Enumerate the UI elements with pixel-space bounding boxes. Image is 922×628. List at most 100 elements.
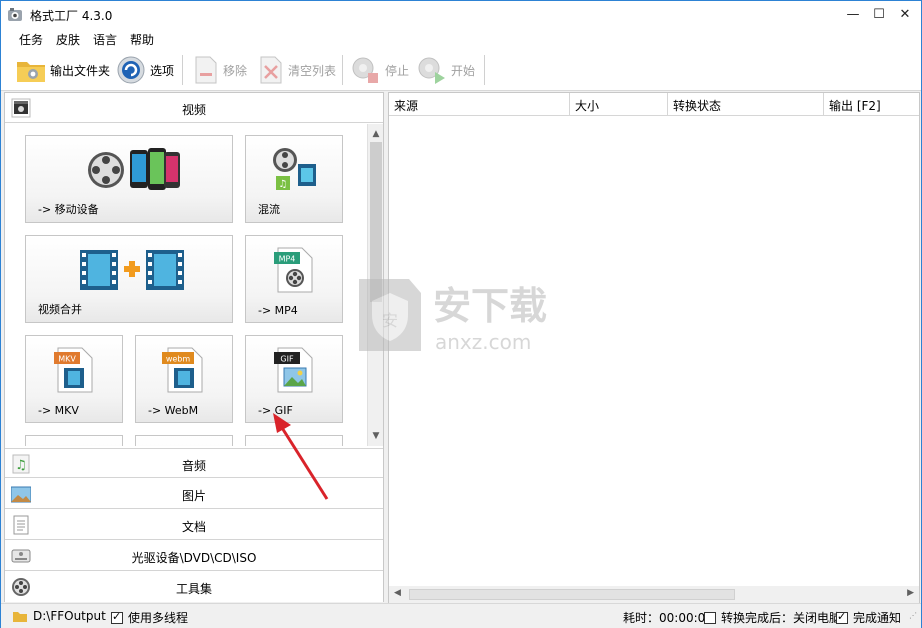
scroll-up-icon[interactable]: ▲ <box>368 126 384 142</box>
tile-join-label: 视频合并 <box>38 303 82 316</box>
mp4-file-icon: MP4 <box>274 247 313 293</box>
mkv-badge: MKV <box>58 355 76 364</box>
toolbar-divider <box>182 55 183 85</box>
category-panel: 视频 -> 移动设备 ♫ 混流 视频合并 MP4 -> MP4 MKV -> M… <box>4 92 384 602</box>
title-bar: 格式工厂 4.3.0 — ☐ ✕ <box>1 1 921 29</box>
gif-badge: GIF <box>280 355 294 364</box>
window-title: 格式工厂 4.3.0 <box>30 9 113 23</box>
start-icon <box>418 57 445 84</box>
mix-icon: ♫ <box>273 148 316 190</box>
scroll-right-icon[interactable]: ▶ <box>907 588 914 598</box>
clear-list-icon <box>260 56 282 84</box>
annotation-arrow <box>273 413 329 500</box>
menu-help[interactable]: 帮助 <box>130 31 154 48</box>
category-tools[interactable]: 工具集 <box>5 572 383 602</box>
tile-webm[interactable]: webm -> WebM <box>135 335 233 423</box>
options-label: 选项 <box>150 63 175 78</box>
watermark-logo: 安 安下载 anxz.com <box>359 279 547 354</box>
stop-label: 停止 <box>385 63 410 78</box>
after-convert-label: 转换完成后：关闭电脑 <box>721 611 842 625</box>
menu-bar: 任务 皮肤 语言 帮助 <box>1 29 921 49</box>
minimize-icon[interactable]: — <box>839 1 867 29</box>
mobile-device-icon <box>88 148 180 190</box>
toolbar-divider <box>484 55 485 85</box>
category-rom-device[interactable]: 光驱设备\DVD\CD\ISO <box>5 541 383 571</box>
after-convert-option[interactable]: 转换完成后：关闭电脑 <box>704 609 841 626</box>
task-list-hscrollbar[interactable]: ◀ ▶ <box>389 586 919 603</box>
webm-badge: webm <box>166 355 191 364</box>
after-convert-checkbox[interactable] <box>704 611 716 624</box>
watermark-brand: 安下载 <box>433 284 547 328</box>
category-tools-label: 工具集 <box>175 582 212 596</box>
folder-icon <box>17 62 45 82</box>
mp4-badge: MP4 <box>279 255 296 264</box>
column-output[interactable]: 输出 [F2] <box>824 93 919 116</box>
options-gear-icon <box>117 56 145 84</box>
elapsed-time: 耗时：00:00:00 <box>623 609 713 626</box>
output-path-label: D:\FFOutput <box>33 609 106 623</box>
output-folder-button[interactable]: 输出文件夹 <box>15 55 110 85</box>
category-rom-label: 光驱设备\DVD\CD\ISO <box>131 551 257 565</box>
maximize-icon[interactable]: ☐ <box>865 1 893 29</box>
menu-language[interactable]: 语言 <box>93 31 117 48</box>
app-window: 格式工厂 4.3.0 — ☐ ✕ 任务 皮肤 语言 帮助 输出文件夹 选项 移除… <box>0 0 922 628</box>
menu-task[interactable]: 任务 <box>19 31 43 48</box>
tile-webm-label: -> WebM <box>148 404 199 417</box>
svg-text:安: 安 <box>382 311 398 330</box>
webm-file-icon: webm <box>162 347 203 393</box>
start-button[interactable]: 开始 <box>416 55 475 85</box>
resize-grip-icon[interactable]: ⋰ <box>909 611 917 620</box>
folder-icon <box>13 612 27 622</box>
tile-mp4[interactable]: MP4 -> MP4 <box>245 235 343 323</box>
multithread-label: 使用多线程 <box>128 611 189 625</box>
multithread-checkbox[interactable] <box>111 610 123 624</box>
watermark-domain: anxz.com <box>435 330 531 354</box>
remove-label: 移除 <box>223 63 248 78</box>
tile-mkv-label: -> MKV <box>38 404 79 417</box>
hscrollbar-thumb[interactable] <box>409 589 735 600</box>
app-logo-icon <box>8 8 22 21</box>
category-video-label: 视频 <box>181 103 206 117</box>
close-icon[interactable]: ✕ <box>891 1 919 29</box>
scroll-left-icon[interactable]: ◀ <box>394 588 401 598</box>
status-bar: D:\FFOutput 使用多线程 耗时：00:00:00 转换完成后：关闭电脑… <box>1 603 921 628</box>
output-path[interactable]: D:\FFOutput <box>13 609 106 623</box>
clear-list-label: 清空列表 <box>288 63 337 78</box>
remove-button[interactable]: 移除 <box>192 55 247 85</box>
gif-file-icon: GIF <box>274 347 313 393</box>
elapsed-time-label: 耗时：00:00:00 <box>623 611 713 625</box>
video-format-grid: -> 移动设备 ♫ 混流 视频合并 MP4 -> MP4 MKV -> MKV … <box>5 124 367 446</box>
tile-mix[interactable]: ♫ 混流 <box>245 135 343 223</box>
stop-button[interactable]: 停止 <box>350 55 409 85</box>
category-document[interactable]: 文档 <box>5 510 383 540</box>
tile-mix-label: 混流 <box>258 203 280 216</box>
column-status[interactable]: 转换状态 <box>668 93 824 116</box>
column-source[interactable]: 来源 <box>389 93 570 116</box>
notify-checkbox[interactable] <box>836 610 848 624</box>
multithread-option[interactable]: 使用多线程 <box>111 609 188 626</box>
output-folder-label: 输出文件夹 <box>50 63 111 78</box>
notify-option[interactable]: 完成通知 <box>836 609 901 626</box>
start-label: 开始 <box>451 63 476 78</box>
tile-mp4-label: -> MP4 <box>258 304 298 317</box>
notify-label: 完成通知 <box>853 611 902 625</box>
tile-mkv[interactable]: MKV -> MKV <box>25 335 123 423</box>
tile-mobile-device[interactable]: -> 移动设备 <box>25 135 233 223</box>
options-button[interactable]: 选项 <box>115 55 174 85</box>
mkv-file-icon: MKV <box>54 347 93 393</box>
scroll-down-icon[interactable]: ▼ <box>368 428 384 444</box>
stop-icon <box>352 57 378 83</box>
toolbar: 输出文件夹 选项 移除 清空列表 停止 开始 <box>1 49 921 91</box>
video-join-icon <box>80 250 184 290</box>
tile-partial[interactable] <box>135 435 233 446</box>
remove-icon <box>195 56 217 84</box>
svg-text:♫: ♫ <box>279 179 288 190</box>
menu-skin[interactable]: 皮肤 <box>56 31 80 48</box>
tile-video-join[interactable]: 视频合并 <box>25 235 233 323</box>
clear-list-button[interactable]: 清空列表 <box>257 55 336 85</box>
tile-partial[interactable] <box>25 435 123 446</box>
category-video[interactable]: 视频 <box>5 93 383 123</box>
column-size[interactable]: 大小 <box>570 93 668 116</box>
tile-mobile-label: -> 移动设备 <box>38 203 99 216</box>
category-document-label: 文档 <box>181 520 206 534</box>
